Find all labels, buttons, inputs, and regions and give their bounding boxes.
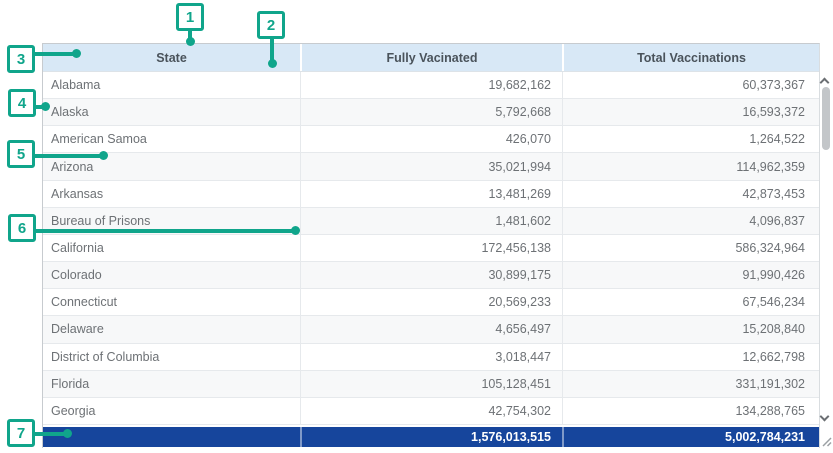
column-header-total-vaccinations: Total Vaccinations — [562, 44, 819, 71]
vaccinations-table: State Fully Vacinated Total Vaccinations… — [42, 43, 820, 448]
state-cell: District of Columbia — [43, 344, 300, 370]
state-cell: Arkansas — [43, 181, 300, 207]
callout-3-dot — [72, 49, 81, 58]
table-row: Florida105,128,451331,191,302 — [43, 371, 819, 398]
callout-5-marker: 5 — [7, 140, 35, 168]
state-cell: Alabama — [43, 72, 300, 98]
fully-vacinated-cell: 19,682,162 — [300, 72, 562, 98]
state-cell: California — [43, 235, 300, 261]
state-cell: Colorado — [43, 262, 300, 288]
callout-7-dot — [63, 429, 72, 438]
total-vaccinations-cell: 42,873,453 — [562, 181, 819, 207]
callout-6-marker: 6 — [8, 214, 36, 242]
callout-7-marker: 7 — [7, 419, 35, 447]
table-row: Arkansas13,481,26942,873,453 — [43, 181, 819, 208]
fully-vacinated-cell: 5,792,668 — [300, 99, 562, 125]
total-vaccinations-cell: 16,593,372 — [562, 99, 819, 125]
total-vaccinations-cell: 67,546,234 — [562, 289, 819, 315]
callout-1-marker: 1 — [176, 3, 204, 31]
resize-grip-icon[interactable] — [822, 434, 832, 452]
table-row: California172,456,138586,324,964 — [43, 235, 819, 262]
total-fully-vacinated-value: 1,576,013,515 — [300, 427, 562, 447]
callout-2-marker: 2 — [257, 11, 285, 39]
state-cell: Florida — [43, 371, 300, 397]
column-header-fully-vacinated: Fully Vacinated — [300, 44, 562, 71]
table-row: Delaware4,656,49715,208,840 — [43, 316, 819, 343]
fully-vacinated-cell: 30,899,175 — [300, 262, 562, 288]
dashboard-table-panel: State Fully Vacinated Total Vaccinations… — [0, 0, 833, 453]
total-vaccinations-cell: 586,324,964 — [562, 235, 819, 261]
total-vaccinations-cell: 331,191,302 — [562, 371, 819, 397]
callout-6-line — [34, 229, 296, 233]
total-vaccinations-value: 5,002,784,231 — [562, 427, 819, 447]
fully-vacinated-cell: 426,070 — [300, 126, 562, 152]
fully-vacinated-cell: 4,656,497 — [300, 316, 562, 342]
total-vaccinations-cell: 60,373,367 — [562, 72, 819, 98]
fully-vacinated-cell: 42,754,302 — [300, 398, 562, 424]
column-header-state: State — [43, 44, 300, 71]
callout-5-line — [33, 154, 104, 158]
scrollbar-thumb[interactable] — [822, 87, 830, 150]
table-row: Colorado30,899,17591,990,426 — [43, 262, 819, 289]
fully-vacinated-cell: 105,128,451 — [300, 371, 562, 397]
table-row: Georgia42,754,302134,288,765 — [43, 398, 819, 425]
table-row: Arizona35,021,994114,962,359 — [43, 153, 819, 180]
state-cell: Delaware — [43, 316, 300, 342]
state-cell: Georgia — [43, 398, 300, 424]
table-row: American Samoa426,0701,264,522 — [43, 126, 819, 153]
state-cell: Alaska — [43, 99, 300, 125]
total-vaccinations-cell: 91,990,426 — [562, 262, 819, 288]
fully-vacinated-cell: 20,569,233 — [300, 289, 562, 315]
table-row: District of Columbia3,018,44712,662,798 — [43, 344, 819, 371]
total-vaccinations-cell: 1,264,522 — [562, 126, 819, 152]
table-row: Alaska5,792,66816,593,372 — [43, 99, 819, 126]
table-row: Connecticut20,569,23367,546,234 — [43, 289, 819, 316]
callout-5-dot — [99, 151, 108, 160]
callout-6-dot — [291, 226, 300, 235]
total-vaccinations-cell: 12,662,798 — [562, 344, 819, 370]
total-vaccinations-cell: 15,208,840 — [562, 316, 819, 342]
callout-4-dot — [41, 102, 50, 111]
fully-vacinated-cell: 1,481,602 — [300, 208, 562, 234]
total-vaccinations-cell: 134,288,765 — [562, 398, 819, 424]
callout-3-line — [33, 52, 77, 56]
table-row: Alabama19,682,16260,373,367 — [43, 72, 819, 99]
fully-vacinated-cell: 172,456,138 — [300, 235, 562, 261]
callout-1-dot — [186, 37, 195, 46]
total-vaccinations-cell: 114,962,359 — [562, 153, 819, 179]
fully-vacinated-cell: 35,021,994 — [300, 153, 562, 179]
state-cell: Connecticut — [43, 289, 300, 315]
callout-4-marker: 4 — [8, 89, 36, 117]
state-cell: American Samoa — [43, 126, 300, 152]
fully-vacinated-cell: 13,481,269 — [300, 181, 562, 207]
total-vaccinations-cell: 4,096,837 — [562, 208, 819, 234]
fully-vacinated-cell: 3,018,447 — [300, 344, 562, 370]
table-total-row: 1,576,013,515 5,002,784,231 — [43, 427, 819, 447]
callout-2-dot — [268, 59, 277, 68]
table-header-row: State Fully Vacinated Total Vaccinations — [43, 44, 819, 72]
callout-3-marker: 3 — [7, 45, 35, 73]
total-row-state-cell — [43, 427, 300, 447]
chevron-up-icon[interactable] — [820, 78, 830, 88]
table-body: Alabama19,682,16260,373,367Alaska5,792,6… — [43, 72, 819, 425]
chevron-down-icon[interactable] — [820, 412, 830, 422]
